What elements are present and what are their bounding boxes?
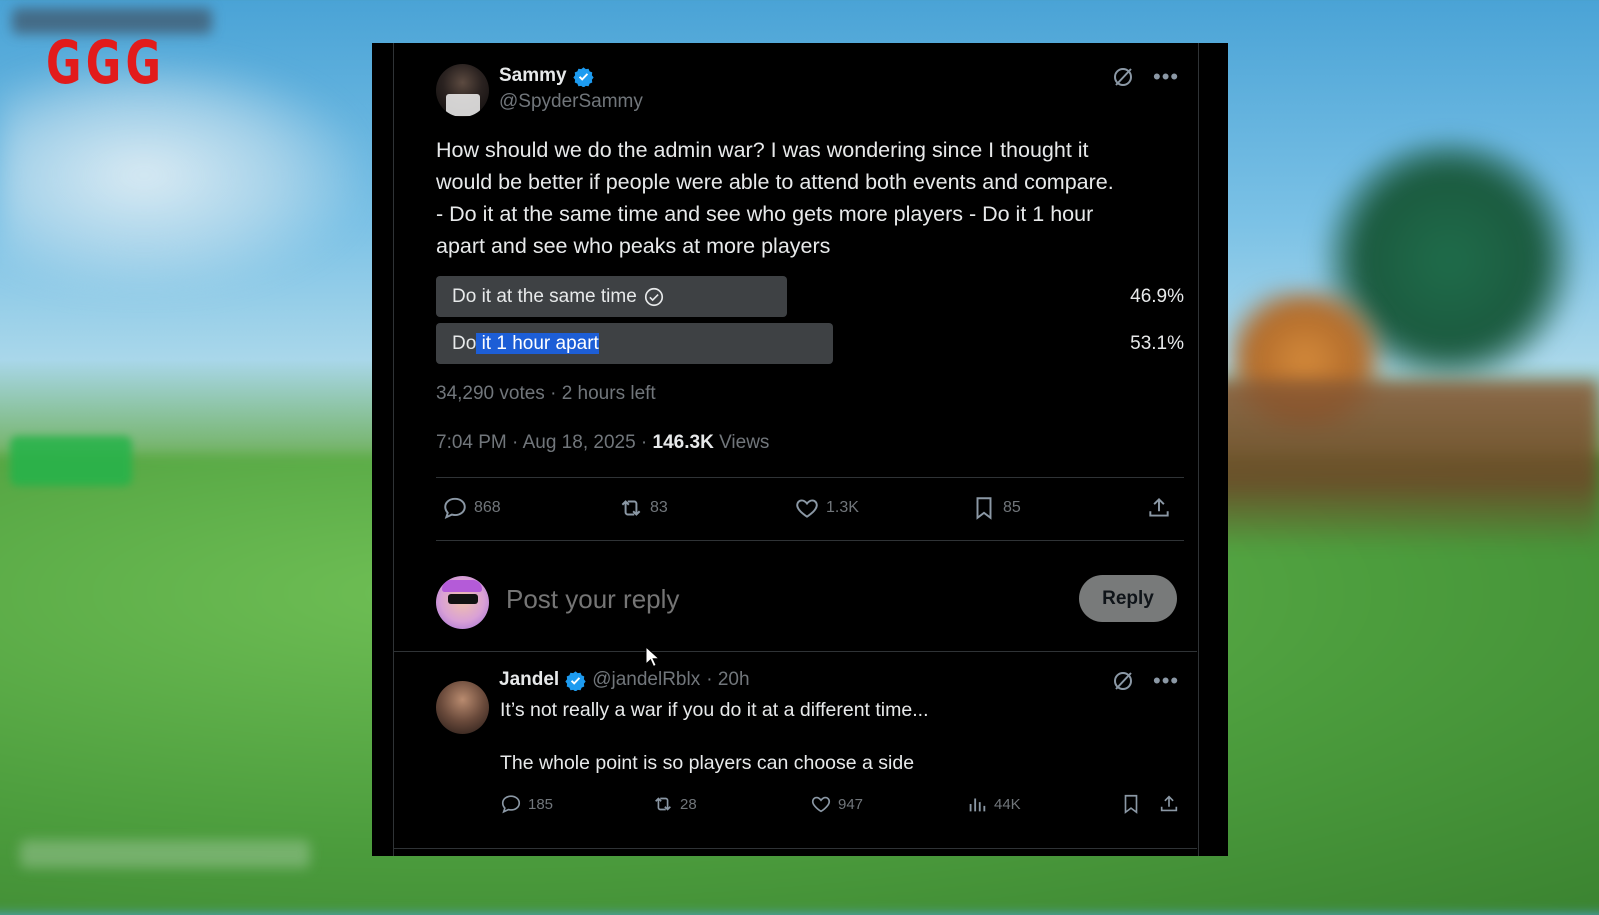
selected-text-highlight: it 1 hour apart bbox=[476, 333, 599, 354]
poll-option-percent: 46.9% bbox=[1130, 286, 1184, 307]
poll-option-hour-apart[interactable]: Do it 1 hour apart 53.1% bbox=[436, 323, 1184, 364]
bookmark-button[interactable]: 85 bbox=[971, 495, 1021, 521]
divider bbox=[393, 848, 1197, 849]
poll-time-left: 2 hours left bbox=[561, 383, 656, 404]
poll-option-same-time[interactable]: Do it at the same time 46.9% bbox=[436, 276, 1184, 317]
tweet-line: - Do it at the same time and see who get… bbox=[436, 202, 1094, 226]
author-name-row: Sammy bbox=[499, 65, 594, 87]
share-button[interactable] bbox=[1146, 495, 1172, 521]
divider bbox=[436, 540, 1184, 541]
author-avatar[interactable] bbox=[436, 64, 489, 117]
reply-submit-button[interactable]: Reply bbox=[1079, 575, 1177, 622]
timeline-column: Sammy @SpyderSammy ••• How should we do … bbox=[393, 43, 1199, 856]
repost-count: 83 bbox=[650, 499, 668, 516]
background-blurred-button bbox=[10, 436, 132, 486]
poll-option-text: Do it at the same time bbox=[452, 286, 637, 307]
poll-separator: · bbox=[550, 383, 557, 404]
tweet-actions: 868 83 1.3K 85 bbox=[436, 495, 1184, 527]
user-avatar[interactable] bbox=[436, 576, 489, 629]
poll-votes: 34,290 votes bbox=[436, 383, 545, 404]
divider bbox=[393, 651, 1197, 652]
tweet-timestamp-row: 7:04 PM · Aug 18, 2025 · 146.3K Views bbox=[436, 432, 769, 454]
like-count: 1.3K bbox=[826, 499, 859, 516]
cursor-icon bbox=[645, 646, 659, 668]
reply-input[interactable] bbox=[504, 583, 1068, 616]
poll-option-text: Do it 1 hour apart bbox=[452, 323, 599, 364]
reply-count: 868 bbox=[474, 499, 501, 516]
tweet-header-actions: ••• bbox=[1111, 65, 1179, 89]
check-circle-icon bbox=[644, 287, 663, 306]
repost-icon bbox=[621, 500, 641, 516]
verified-badge-icon bbox=[572, 66, 594, 87]
tweet-panel: Sammy @SpyderSammy ••• How should we do … bbox=[372, 43, 1228, 856]
author-handle[interactable]: @SpyderSammy bbox=[499, 91, 643, 113]
divider bbox=[436, 477, 1184, 478]
poll-option-label: Do it at the same time bbox=[452, 276, 665, 317]
views-count: 146.3K bbox=[652, 432, 714, 453]
repost-button[interactable]: 83 bbox=[618, 495, 668, 521]
poll-option-percent: 53.1% bbox=[1130, 333, 1184, 354]
channel-logo: GGG bbox=[46, 28, 166, 98]
tweet-timestamp[interactable]: 7:04 PM · Aug 18, 2025 · bbox=[436, 432, 647, 453]
bookmark-count: 85 bbox=[1003, 499, 1021, 516]
views-label: Views bbox=[719, 432, 770, 453]
reply-button[interactable]: 868 bbox=[442, 495, 501, 521]
like-button[interactable]: 1.3K bbox=[794, 495, 859, 521]
poll-meta: 34,290 votes · 2 hours left bbox=[436, 383, 656, 405]
background-blurred-caption bbox=[20, 840, 310, 868]
more-icon[interactable]: ••• bbox=[1153, 66, 1179, 88]
reply-icon bbox=[444, 497, 466, 520]
tweet-body: How should we do the admin war? I was wo… bbox=[436, 134, 1196, 262]
author-name[interactable]: Sammy bbox=[499, 65, 567, 87]
grok-icon[interactable] bbox=[1111, 65, 1135, 89]
poll-option-label: Do it 1 hour apart bbox=[452, 323, 599, 364]
tweet-line: would be better if people were able to a… bbox=[436, 170, 1114, 194]
tweet-line: apart and see who peaks at more players bbox=[436, 234, 831, 258]
poll-text-prefix: Do bbox=[452, 333, 477, 354]
bookmark-icon bbox=[976, 497, 992, 520]
background-fence bbox=[1209, 380, 1599, 550]
share-icon bbox=[1149, 497, 1169, 517]
like-icon bbox=[796, 499, 818, 518]
tweet-line: How should we do the admin war? I was wo… bbox=[436, 138, 1089, 162]
